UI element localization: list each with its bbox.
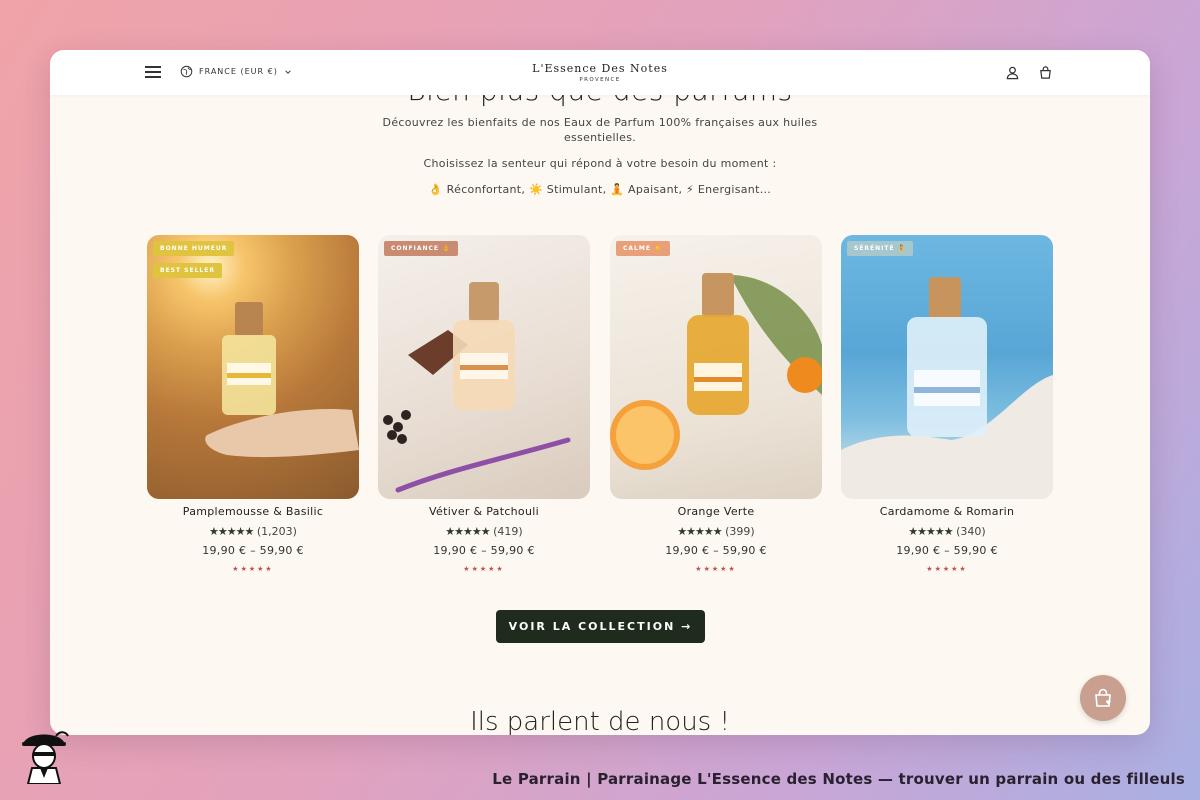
product-price: 19,90 € – 59,90 €: [433, 544, 535, 557]
review-count: (399): [725, 525, 755, 538]
product-image[interactable]: CALME ☀️: [610, 235, 822, 499]
site-header: FRANCE (EUR €) L'Essence Des Notes PROVE…: [50, 50, 1150, 95]
shopping-bag-heart-icon: [1095, 688, 1111, 707]
product-card[interactable]: CONFIANCE 👌 Vétiver & Patchouli ★★★★★ (4…: [378, 235, 590, 573]
testimonials-title: Ils parlent de nous !: [470, 707, 730, 735]
product-badge: CONFIANCE 👌: [384, 241, 458, 256]
moods-list: 👌 Réconfortant, ☀️ Stimulant, 🧘 Apaisant…: [428, 183, 772, 196]
product-badge: SÉRÉNITÉ 🧘: [847, 241, 914, 256]
review-count: (340): [956, 525, 986, 538]
product-image[interactable]: CONFIANCE 👌: [378, 235, 590, 499]
product-price: 19,90 € – 59,90 €: [202, 544, 304, 557]
bottle-illustration: [610, 273, 822, 470]
product-name[interactable]: Orange Verte: [610, 505, 822, 518]
account-icon[interactable]: [1005, 65, 1020, 80]
product-card[interactable]: BONNE HUMEUR BEST SELLER Pamplemousse & …: [147, 235, 359, 573]
product-price: 19,90 € – 59,90 €: [896, 544, 998, 557]
rating-stars: ★★★★★: [445, 525, 490, 538]
product-rating: ★★★★★ (1,203): [147, 525, 359, 538]
product-image[interactable]: BONNE HUMEUR BEST SELLER: [147, 235, 359, 499]
bottle-illustration: [383, 282, 571, 493]
mini-rating-stars: ★★★★★: [695, 565, 737, 573]
product-badge: CALME ☀️: [616, 241, 670, 256]
product-grid: BONNE HUMEUR BEST SELLER Pamplemousse & …: [147, 235, 1053, 595]
product-badge: BONNE HUMEUR: [153, 241, 235, 256]
page-caption: Le Parrain | Parrainage L'Essence des No…: [492, 770, 1185, 788]
site-logo[interactable]: L'Essence Des Notes PROVENCE: [50, 62, 1150, 83]
product-card[interactable]: CALME ☀️ Orange Verte ★★★★★ (399) 19,90 …: [610, 235, 822, 573]
product-card[interactable]: SÉRÉNITÉ 🧘 Cardamome & Romarin ★★★★★ (34…: [841, 235, 1053, 573]
product-rating: ★★★★★ (399): [610, 525, 822, 538]
mini-rating-stars: ★★★★★: [926, 565, 968, 573]
product-name[interactable]: Vétiver & Patchouli: [378, 505, 590, 518]
rating-stars: ★★★★★: [209, 525, 254, 538]
product-name[interactable]: Cardamome & Romarin: [841, 505, 1053, 518]
browser-page: FRANCE (EUR €) L'Essence Des Notes PROVE…: [50, 50, 1150, 735]
bottle-illustration: [841, 277, 1053, 499]
review-count: (419): [493, 525, 523, 538]
godfather-mascot-icon: [22, 731, 69, 784]
product-rating: ★★★★★ (340): [841, 525, 1053, 538]
logo-sub: PROVENCE: [579, 77, 621, 83]
logo-main: L'Essence Des Notes: [532, 62, 668, 75]
rating-stars: ★★★★★: [908, 525, 953, 538]
product-image[interactable]: SÉRÉNITÉ 🧘: [841, 235, 1053, 499]
product-badge: BEST SELLER: [153, 263, 222, 278]
product-name[interactable]: Pamplemousse & Basilic: [147, 505, 359, 518]
rating-stars: ★★★★★: [677, 525, 722, 538]
mini-rating-stars: ★★★★★: [232, 565, 274, 573]
product-rating: ★★★★★ (419): [378, 525, 590, 538]
review-count: (1,203): [256, 525, 297, 538]
view-collection-button[interactable]: VOIR LA COLLECTION →: [496, 610, 705, 643]
intro-subtext: Choisissez la senteur qui répond à votre…: [423, 157, 777, 170]
product-price: 19,90 € – 59,90 €: [665, 544, 767, 557]
cart-icon[interactable]: [1038, 65, 1053, 80]
intro-text: Découvrez les bienfaits de nos Eaux de P…: [382, 116, 818, 144]
mini-rating-stars: ★★★★★: [463, 565, 505, 573]
